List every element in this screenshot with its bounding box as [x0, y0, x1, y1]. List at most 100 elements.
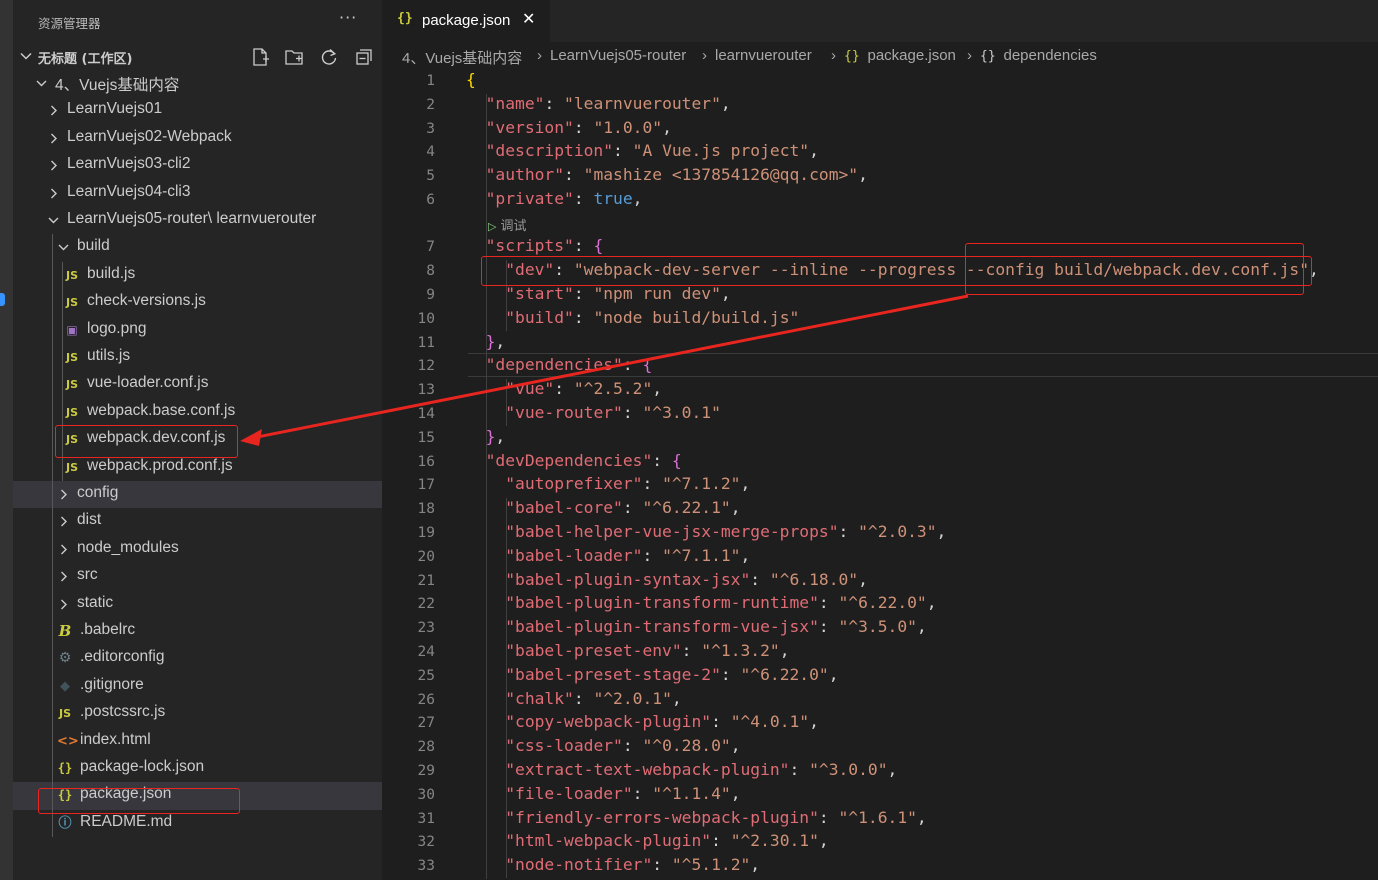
code-line: "node-notifier": "^5.1.2", [466, 855, 760, 874]
chevron-right-icon [51, 160, 57, 171]
js-file-icon: JS [65, 405, 78, 419]
line-number: 26 [417, 691, 435, 708]
line-number: 23 [417, 620, 435, 637]
tree-file[interactable]: {} package-lock.json [13, 755, 382, 782]
code-token: : [818, 807, 839, 827]
tree-file[interactable]: ▣ logo.png [13, 317, 382, 344]
code-token: "^0.28.0" [642, 736, 731, 756]
tree-item-name: package.json [80, 785, 172, 803]
code-token: , [662, 117, 672, 137]
tree-folder[interactable]: node_modules [13, 536, 382, 563]
tree-folder[interactable]: LearnVuejs05-router\ learnvuerouter [13, 207, 382, 234]
more-actions-icon[interactable]: ··· [339, 8, 357, 27]
breadcrumb-item[interactable]: learnvuerouter [715, 47, 812, 64]
tree-folder[interactable]: 4、Vuejs基础内容 [13, 70, 382, 97]
tree-item-name: config [77, 484, 119, 501]
tree-file[interactable]: JS utils.js [13, 344, 382, 371]
tab-label: package.json [422, 12, 511, 29]
tree-file[interactable]: {} package.json [13, 782, 382, 810]
tree-item-label: vue-loader.conf.js [87, 374, 209, 392]
html-file-icon: <> [57, 733, 79, 749]
line-number: 21 [417, 572, 435, 589]
line-number: 6 [426, 192, 435, 208]
new-folder-icon[interactable] [283, 46, 305, 68]
tree-folder[interactable]: dist [13, 508, 382, 535]
tree-item-name: .babelrc [80, 621, 136, 638]
code-token: : [573, 189, 594, 208]
code-token: "name" [485, 93, 545, 113]
activity-bar [0, 0, 13, 880]
tree-item-label: LearnVuejs05-router\ learnvuerouter [67, 210, 316, 228]
chevron-right-icon [51, 133, 57, 144]
code-token: "webpack-dev-server --inline --progress … [573, 260, 1310, 279]
tree-file[interactable]: ⓘ README.md [13, 810, 382, 837]
tree-file[interactable]: JS webpack.dev.conf.js [13, 426, 382, 453]
tree-folder[interactable]: LearnVuejs02-Webpack [13, 125, 382, 152]
tree-file[interactable]: JS vue-loader.conf.js [13, 371, 382, 398]
tree-file[interactable]: ◆ .gitignore [13, 673, 382, 700]
tree-folder[interactable]: static [13, 591, 382, 618]
tree-item-label: LearnVuejs03-cli2 [67, 155, 191, 173]
code-token: : [789, 760, 810, 779]
tab-package-json[interactable]: {} package.json ✕ [382, 0, 550, 42]
tree-item-label: index.html [80, 731, 151, 749]
tree-file[interactable]: JS webpack.prod.conf.js [13, 454, 382, 481]
breadcrumb-item[interactable]: {} dependencies [980, 47, 1097, 64]
tree-file[interactable]: JS build.js [13, 262, 382, 289]
breadcrumb-item[interactable]: {} package.json [844, 47, 956, 64]
code-line: "file-loader": "^1.1.4", [466, 784, 740, 803]
tree-folder[interactable]: build [13, 234, 382, 261]
tree-folder[interactable]: config [13, 481, 382, 509]
tree-folder[interactable]: LearnVuejs04-cli3 [13, 180, 382, 207]
breadcrumb-separator: › [831, 47, 836, 64]
code-token: { [466, 70, 476, 89]
new-file-icon[interactable] [249, 46, 271, 68]
babel-file-icon: B [58, 622, 72, 640]
tree-item-label: node_modules [77, 539, 179, 557]
breadcrumb-item[interactable]: LearnVuejs05-router [550, 47, 686, 64]
tree-item-label: config [77, 484, 118, 502]
refresh-icon[interactable] [318, 46, 340, 68]
tree-item-label: LearnVuejs04-cli3 [67, 183, 191, 201]
collapse-all-icon[interactable] [353, 46, 375, 68]
debug-codelens[interactable]: ▷ 调试 [488, 215, 526, 234]
breadcrumb-item[interactable]: 4、Vuejs基础内容 [402, 47, 522, 68]
code-token: "babel-core" [505, 498, 623, 518]
code-token: "private" [485, 189, 574, 208]
code-token: : [622, 355, 643, 375]
tree-file[interactable]: JS webpack.base.conf.js [13, 399, 382, 426]
line-number: 7 [426, 239, 435, 255]
tree-file[interactable]: JS check-versions.js [13, 289, 382, 316]
code-line: "babel-core": "^6.22.1", [466, 498, 740, 518]
code-token: , [818, 831, 829, 851]
tree-file[interactable]: JS .postcssrc.js [13, 700, 382, 727]
code-token: : [622, 403, 643, 422]
close-icon[interactable]: ✕ [522, 9, 535, 28]
code-line: "dev": "webpack-dev-server --inline --pr… [466, 260, 1319, 279]
tree-file[interactable]: B .babelrc [13, 618, 382, 645]
code-line: { [466, 70, 476, 89]
code-token: , [916, 617, 927, 637]
line-number: 15 [417, 429, 435, 446]
code-token: : [622, 498, 643, 518]
code-token: "scripts" [485, 236, 574, 255]
code-token: : [564, 165, 584, 185]
tree-item-label: webpack.base.conf.js [87, 402, 235, 420]
line-number: 2 [426, 96, 435, 113]
workspace-header[interactable]: 无标题 (工作区) [13, 43, 382, 70]
code-token: "dev" [505, 260, 555, 279]
tree-folder[interactable]: src [13, 563, 382, 590]
tree-folder[interactable]: LearnVuejs01 [13, 97, 382, 124]
tree-file[interactable]: <> index.html [13, 728, 382, 755]
tree-folder[interactable]: LearnVuejs03-cli2 [13, 152, 382, 179]
breadcrumb-separator: › [967, 47, 972, 64]
line-number: 3 [426, 120, 435, 137]
code-token: , [740, 545, 751, 565]
code-token: , [652, 379, 663, 399]
tree-file[interactable]: ⚙ .editorconfig [13, 645, 382, 672]
tree-item-name: package-lock.json [80, 758, 205, 775]
code-token: "^2.30.1" [730, 831, 819, 851]
